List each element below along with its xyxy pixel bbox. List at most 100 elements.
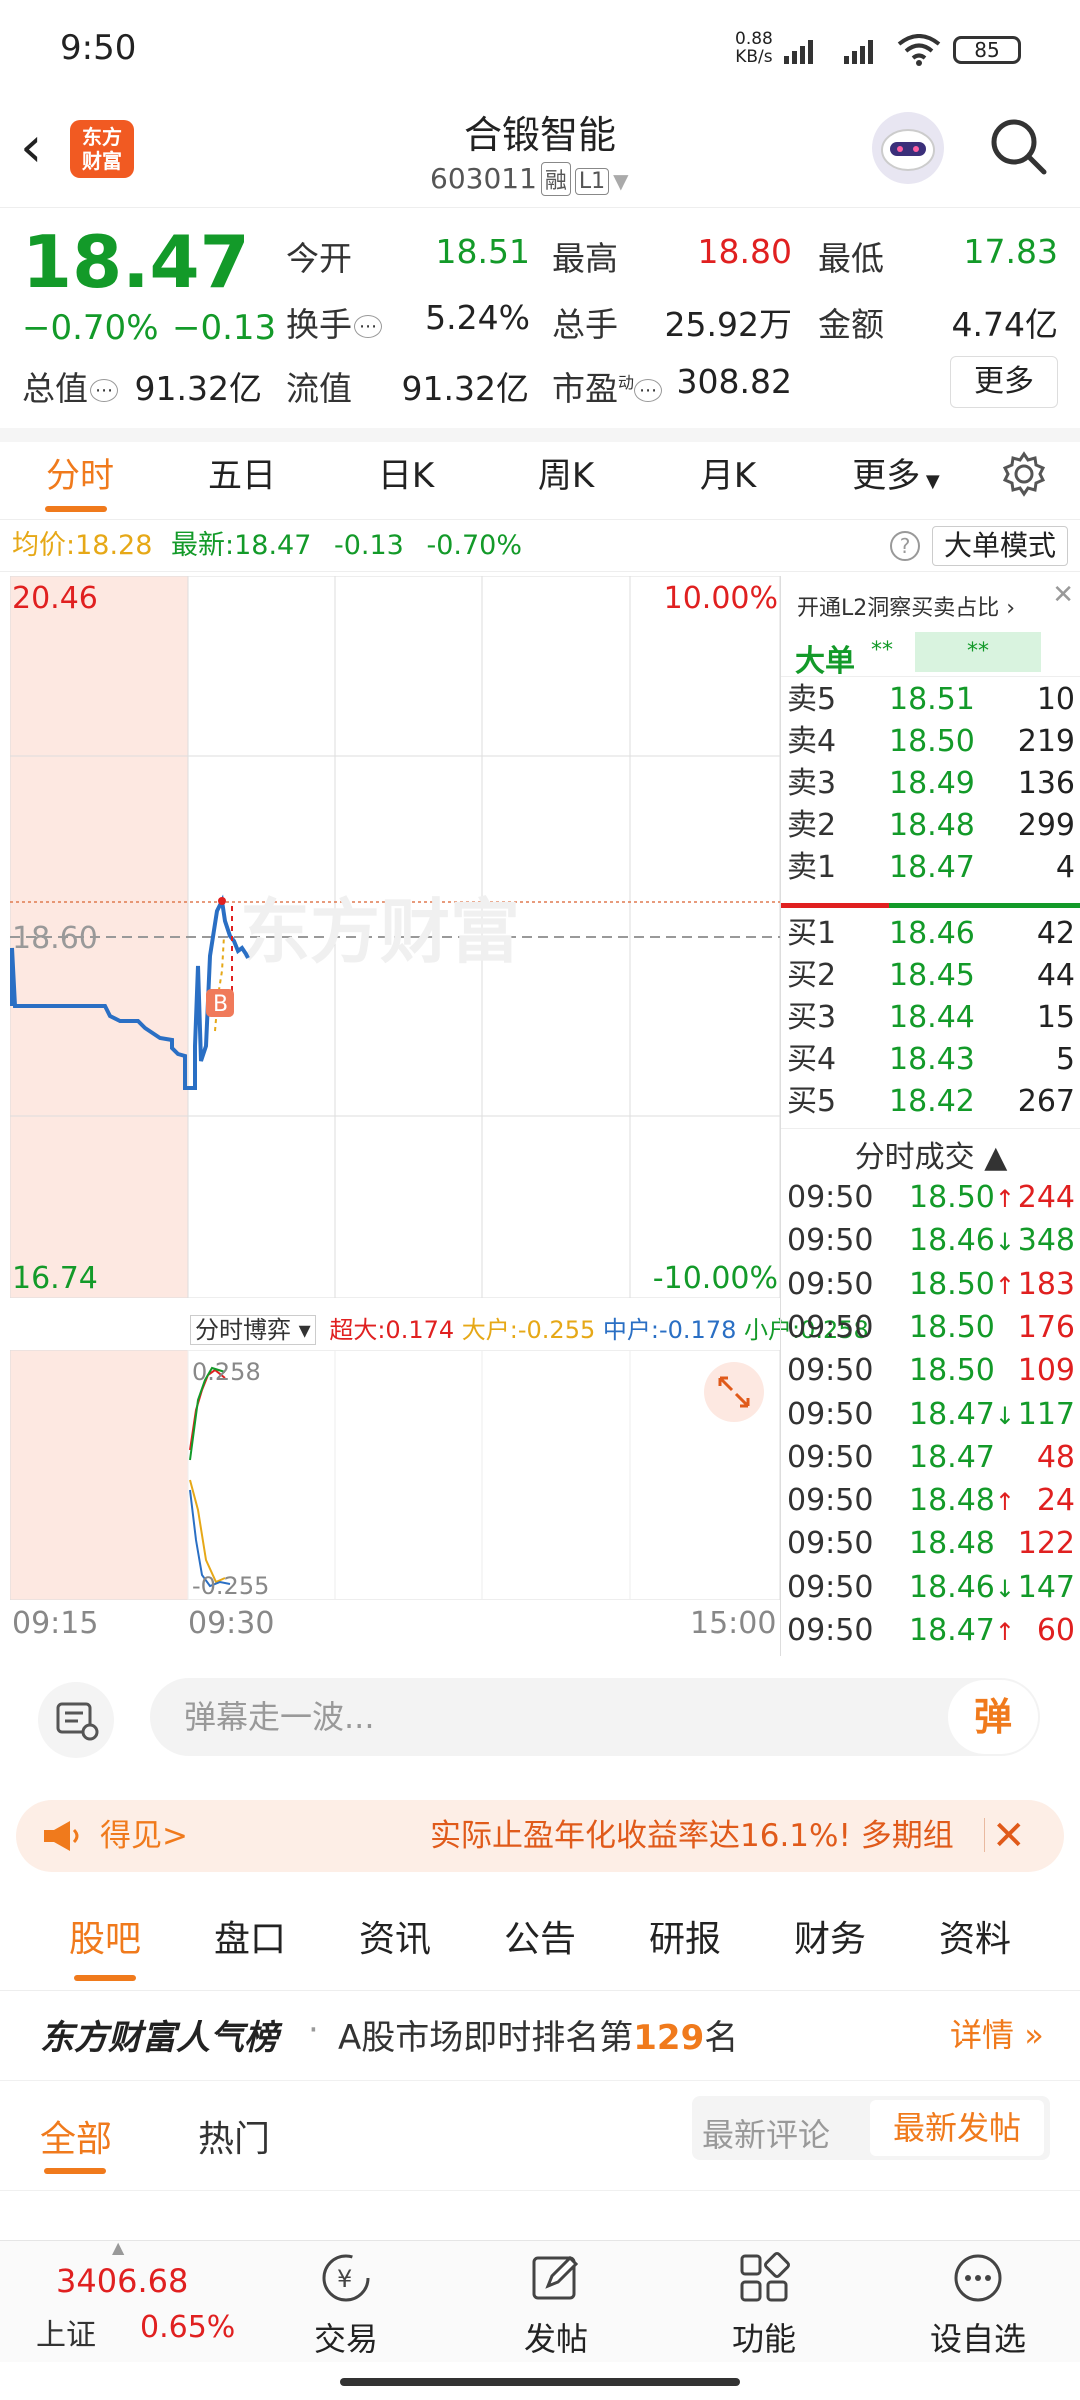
trade-price: 18.50↑ bbox=[909, 1180, 1015, 1215]
trades-title[interactable]: 分时成交 ▲ bbox=[781, 1132, 1080, 1176]
index-name[interactable]: 上证 bbox=[36, 2310, 96, 2354]
expand-icon[interactable] bbox=[704, 1362, 764, 1422]
bid-volume: 42 bbox=[1036, 916, 1075, 951]
watermark: 东方财富 bbox=[240, 893, 520, 971]
ask-volume: 299 bbox=[1017, 808, 1075, 843]
trade-row: 09:50 18.50 109 bbox=[781, 1349, 1080, 1392]
danmu-input[interactable]: 弹幕走一波... bbox=[150, 1678, 1040, 1756]
bid-row[interactable]: 买3 18.44 15 bbox=[781, 997, 1080, 1039]
banner-source[interactable]: 得见> bbox=[100, 1810, 188, 1862]
bid-price: 18.45 bbox=[889, 958, 975, 993]
stock-code-row[interactable]: 603011 融 L1 ▼ bbox=[430, 162, 629, 196]
sub-axis-top: 0.258 bbox=[192, 1358, 261, 1386]
add-watchlist-icon[interactable] bbox=[950, 2250, 1006, 2306]
trade-time: 09:50 bbox=[787, 1613, 874, 1648]
post-icon[interactable] bbox=[528, 2250, 584, 2306]
nav-post[interactable]: 发帖 bbox=[486, 2314, 626, 2360]
more-button[interactable]: 更多 bbox=[950, 356, 1058, 408]
big-order-mode-button[interactable]: 大单模式 bbox=[932, 526, 1068, 566]
ask-volume: 10 bbox=[1036, 682, 1075, 717]
trade-volume: 176 bbox=[1017, 1309, 1075, 1345]
sort-latest-post[interactable]: 最新发帖 bbox=[870, 2100, 1044, 2156]
tab-guba[interactable]: 股吧 bbox=[40, 1910, 170, 1962]
filter-tab-hot[interactable]: 热门 bbox=[198, 2110, 270, 2162]
tab-five-day[interactable]: 五日 bbox=[182, 448, 302, 497]
banner-close-icon[interactable]: ✕ bbox=[992, 1810, 1026, 1862]
pct-axis-top: 10.00% bbox=[664, 581, 778, 616]
sub-chart-selector[interactable]: 分时博弈 ▾ bbox=[190, 1315, 316, 1345]
trade-row: 09:50 18.46↓ 348 bbox=[781, 1219, 1080, 1262]
close-icon[interactable]: ✕ bbox=[1052, 580, 1074, 610]
intraday-chart[interactable]: 东方财富 B 20.46 18.60 16.74 10.00% -10.00% bbox=[10, 576, 780, 1298]
index-value[interactable]: 3406.68 bbox=[56, 2262, 188, 2300]
trade-volume: 122 bbox=[1017, 1526, 1075, 1562]
ask-row[interactable]: 卖3 18.49 136 bbox=[781, 763, 1080, 805]
amount-label: 金额 bbox=[818, 305, 884, 344]
danmu-send-button[interactable]: 弹 bbox=[948, 1680, 1038, 1754]
tab-profile[interactable]: 资料 bbox=[910, 1910, 1040, 1962]
nav-add-watchlist[interactable]: 设自选 bbox=[908, 2314, 1048, 2360]
ask-level: 卖2 bbox=[787, 808, 837, 843]
l2-promo[interactable]: 开通L2洞察买卖占比 › bbox=[797, 590, 1015, 622]
ask-price: 18.48 bbox=[889, 808, 975, 843]
nav-trade[interactable]: 交易 bbox=[276, 2314, 416, 2360]
tab-news[interactable]: 资讯 bbox=[330, 1910, 460, 1962]
bid-row[interactable]: 买5 18.42 267 bbox=[781, 1081, 1080, 1123]
low-value: 17.83 bbox=[963, 232, 1058, 271]
assistant-robot-icon[interactable] bbox=[872, 112, 944, 184]
popularity-rank-text: A股市场即时排名第129名 bbox=[338, 2018, 739, 2058]
trade-icon[interactable]: ¥ bbox=[318, 2250, 374, 2306]
ask-level: 卖4 bbox=[787, 724, 837, 759]
tab-intraday[interactable]: 分时 bbox=[20, 448, 140, 497]
tab-daily-k[interactable]: 日K bbox=[346, 448, 466, 497]
dropdown-icon: ▼ bbox=[613, 169, 629, 193]
help-icon[interactable]: ? bbox=[890, 531, 920, 561]
nav-functions[interactable]: 功能 bbox=[694, 2314, 834, 2360]
gear-icon[interactable] bbox=[1000, 450, 1048, 498]
trade-volume: 48 bbox=[1036, 1439, 1075, 1475]
trade-row: 09:50 18.48↑ 24 bbox=[781, 1479, 1080, 1522]
functions-icon[interactable] bbox=[736, 2250, 792, 2306]
tab-finance[interactable]: 财务 bbox=[765, 1910, 895, 1962]
trade-price: 18.46↓ bbox=[909, 1223, 1015, 1259]
tab-announcement[interactable]: 公告 bbox=[475, 1910, 605, 1962]
tab-research[interactable]: 研报 bbox=[620, 1910, 750, 1962]
ask-level: 卖5 bbox=[787, 682, 837, 717]
app-logo[interactable]: 东方 财富 bbox=[70, 120, 134, 178]
bid-row[interactable]: 买4 18.43 5 bbox=[781, 1039, 1080, 1081]
trade-row: 09:50 18.50↑ 244 bbox=[781, 1176, 1080, 1219]
ask-volume: 4 bbox=[1055, 850, 1075, 885]
flow-sub-chart[interactable]: 0.258 -0.255 bbox=[10, 1350, 780, 1600]
trade-time: 09:50 bbox=[787, 1309, 874, 1345]
ask-row[interactable]: 卖4 18.50 219 bbox=[781, 721, 1080, 763]
bid-row[interactable]: 买1 18.46 42 bbox=[781, 913, 1080, 955]
signal-icon bbox=[784, 40, 813, 64]
trade-volume: 109 bbox=[1017, 1353, 1075, 1389]
sort-latest-comment[interactable]: 最新评论 bbox=[702, 2110, 830, 2156]
filter-tab-all[interactable]: 全部 bbox=[40, 2110, 112, 2162]
current-price: 18.47 bbox=[22, 220, 250, 304]
danmu-settings-icon[interactable] bbox=[38, 1682, 114, 1758]
index-percent[interactable]: 0.65% bbox=[140, 2310, 235, 2345]
tab-more[interactable]: 更多 ▼ bbox=[836, 448, 956, 497]
ask-row[interactable]: 卖1 18.47 4 bbox=[781, 847, 1080, 889]
turnover-label: 换手 ⋯ bbox=[286, 298, 382, 346]
trade-volume: 60 bbox=[1036, 1613, 1075, 1648]
last-price-dot bbox=[218, 897, 226, 905]
banner-text[interactable]: 实际止盈年化收益率达16.1%! 多期组 bbox=[430, 1810, 978, 1862]
back-icon[interactable]: ‹ bbox=[20, 120, 42, 176]
tab-weekly-k[interactable]: 周K bbox=[506, 448, 626, 497]
order-book-panel: 开通L2洞察买卖占比 › ✕ 大单 ** ** 卖5 18.51 10 卖4 18.50… bbox=[780, 576, 1080, 1656]
float-value: 91.32亿 bbox=[401, 369, 529, 408]
bid-row[interactable]: 买2 18.45 44 bbox=[781, 955, 1080, 997]
trade-row: 09:50 18.50 176 bbox=[781, 1306, 1080, 1349]
tab-monthly-k[interactable]: 月K bbox=[668, 448, 788, 497]
ask-row[interactable]: 卖5 18.51 10 bbox=[781, 679, 1080, 721]
ask-row[interactable]: 卖2 18.48 299 bbox=[781, 805, 1080, 847]
tab-pankou[interactable]: 盘口 bbox=[185, 1910, 315, 1962]
bid-volume: 267 bbox=[1017, 1084, 1075, 1119]
popularity-detail-link[interactable]: 详情 » bbox=[950, 2010, 1044, 2056]
search-icon[interactable] bbox=[986, 114, 1050, 178]
pct-axis-bottom: -10.00% bbox=[653, 1261, 778, 1296]
open-value: 18.51 bbox=[435, 232, 530, 271]
